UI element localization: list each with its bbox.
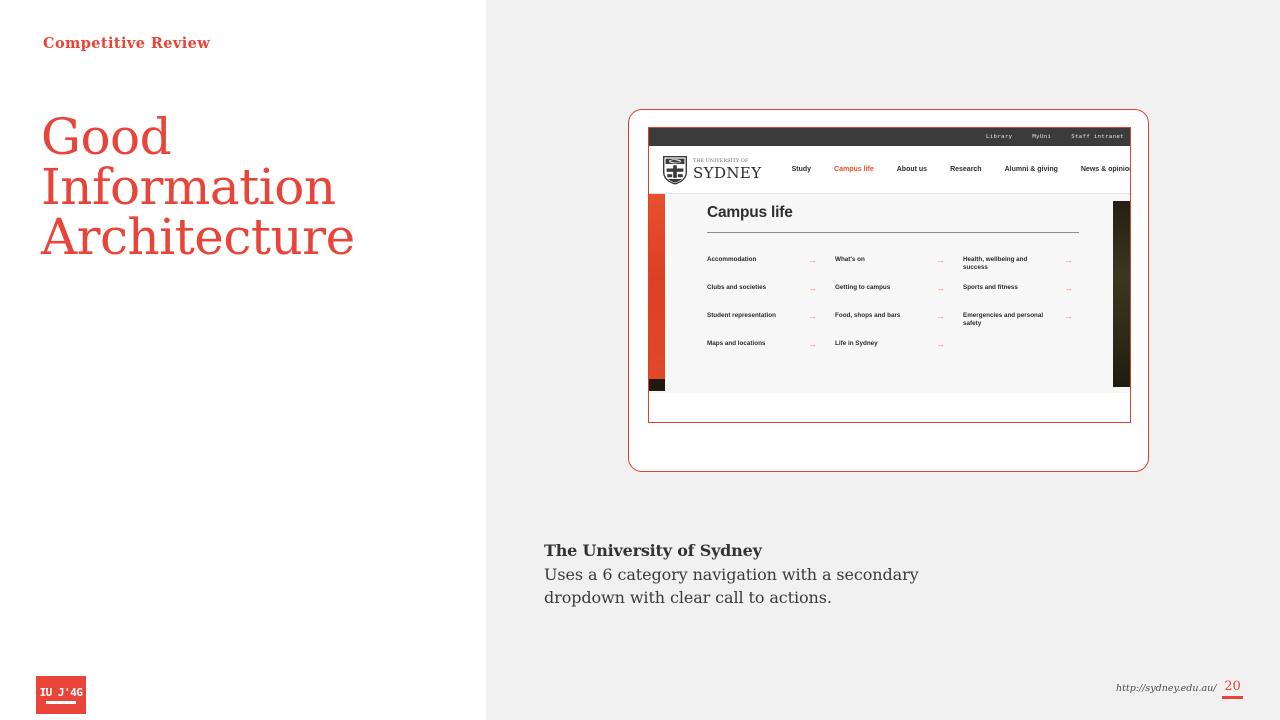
mega-link-sports-and-fitness[interactable]: Sports and fitness →	[963, 284, 1091, 312]
mega-dropdown-panel: Campus life Accommodation → Clubs and so…	[649, 193, 1130, 393]
nav-item-alumni-giving[interactable]: Alumni & giving	[1005, 166, 1058, 173]
caption-body: Uses a 6 category navigation with a seco…	[544, 565, 919, 607]
mega-link-life-in-sydney[interactable]: Life in Sydney →	[835, 340, 963, 368]
site-wordmark[interactable]: THE UNIVERSITY OF SYDNEY	[693, 159, 762, 181]
arrow-right-icon: →	[936, 311, 945, 321]
arrow-right-icon: →	[936, 283, 945, 293]
caption-block: The University of Sydney Uses a 6 catego…	[544, 540, 1004, 609]
slide-root: Competitive Review Good Information Arch…	[0, 0, 1280, 720]
mega-link-accommodation[interactable]: Accommodation →	[707, 256, 835, 284]
nav-item-about-us[interactable]: About us	[897, 166, 927, 173]
mega-dropdown-content: Campus life Accommodation → Clubs and so…	[707, 204, 1100, 368]
arrow-right-icon: →	[808, 255, 817, 265]
mega-link-label: Health, wellbeing and success	[963, 256, 1028, 272]
mega-link-student-representation[interactable]: Student representation →	[707, 312, 835, 340]
arrow-right-icon: →	[936, 339, 945, 349]
mega-column-2: What's on → Getting to campus → Food, sh…	[835, 256, 963, 368]
mega-column-3: Health, wellbeing and success → Sports a…	[963, 256, 1091, 368]
mega-dropdown-columns: Accommodation → Clubs and societies → St…	[707, 256, 1100, 368]
mega-link-label: Maps and locations	[707, 340, 766, 347]
sydney-university-crest-icon	[663, 155, 687, 184]
mega-link-emergencies-and-personal-safety[interactable]: Emergencies and personal safety →	[963, 312, 1091, 340]
mega-link-label: Getting to campus	[835, 284, 891, 291]
source-url[interactable]: http://sydney.edu.au/	[1116, 683, 1216, 694]
arrow-right-icon: →	[1064, 255, 1073, 265]
mega-link-label: Sports and fitness	[963, 284, 1018, 291]
arrow-right-icon: →	[1064, 283, 1073, 293]
page-number: 20	[1222, 680, 1243, 699]
nav-item-study[interactable]: Study	[792, 166, 811, 173]
mega-dropdown-divider	[707, 232, 1079, 233]
site-primary-nav: Study Campus life About us Research Alum…	[792, 166, 1130, 173]
page-number-underline	[1222, 696, 1243, 699]
mega-column-3-spacer: →	[963, 340, 1091, 368]
mega-link-food-shops-and-bars[interactable]: Food, shops and bars →	[835, 312, 963, 340]
page-title-line-1: Good Information	[41, 108, 336, 216]
mega-link-whats-on[interactable]: What's on →	[835, 256, 963, 284]
mega-link-getting-to-campus[interactable]: Getting to campus →	[835, 284, 963, 312]
nav-item-campus-life[interactable]: Campus life	[834, 166, 874, 173]
website-screenshot: Library MyUni Staff intranet THE UNIVERS…	[648, 127, 1131, 423]
mega-link-label: What's on	[835, 256, 865, 263]
mega-link-label: Life in Sydney	[835, 340, 878, 347]
page-title-line-2: Architecture	[41, 208, 355, 266]
arrow-right-icon: →	[808, 339, 817, 349]
brand-logo-mark: IU J'4G	[39, 685, 83, 699]
utility-link-library[interactable]: Library	[986, 134, 1012, 140]
mega-link-clubs-and-societies[interactable]: Clubs and societies →	[707, 284, 835, 312]
accent-bar-left	[649, 194, 665, 391]
accent-bar-foot	[649, 379, 665, 391]
wordmark-line-2: SYDNEY	[693, 163, 762, 182]
mega-dropdown-title: Campus life	[707, 204, 793, 221]
screenshot-card: Library MyUni Staff intranet THE UNIVERS…	[628, 109, 1149, 472]
section-eyebrow: Competitive Review	[43, 35, 211, 52]
right-image-strip	[1113, 201, 1130, 387]
arrow-right-icon: →	[936, 255, 945, 265]
page-number-value: 20	[1224, 679, 1241, 694]
mega-link-maps-and-locations[interactable]: Maps and locations →	[707, 340, 835, 368]
site-masthead: THE UNIVERSITY OF SYDNEY Study Campus li…	[649, 146, 1130, 193]
mega-link-label: Food, shops and bars	[835, 312, 901, 319]
mega-link-health-wellbeing-and-success[interactable]: Health, wellbeing and success →	[963, 256, 1091, 284]
arrow-right-icon: →	[808, 283, 817, 293]
nav-item-research[interactable]: Research	[950, 166, 982, 173]
utility-link-myuni[interactable]: MyUni	[1032, 134, 1051, 140]
brand-logo: IU J'4G	[36, 676, 86, 714]
mega-link-label: Clubs and societies	[707, 284, 767, 291]
utility-link-staff-intranet[interactable]: Staff intranet	[1071, 134, 1124, 140]
caption-title: The University of Sydney	[544, 541, 762, 560]
site-utility-bar: Library MyUni Staff intranet	[649, 128, 1130, 146]
mega-link-label: Accommodation	[707, 256, 757, 263]
arrow-right-icon: →	[1064, 311, 1073, 321]
mega-link-label: Student representation	[707, 312, 776, 319]
mega-column-1: Accommodation → Clubs and societies → St…	[707, 256, 835, 368]
mega-link-label: Emergencies and personal safety	[963, 312, 1044, 328]
arrow-right-icon: →	[808, 311, 817, 321]
page-title: Good Information Architecture	[41, 112, 461, 262]
nav-item-news-opinion[interactable]: News & opinion	[1081, 166, 1130, 173]
brand-logo-underline	[46, 700, 76, 704]
